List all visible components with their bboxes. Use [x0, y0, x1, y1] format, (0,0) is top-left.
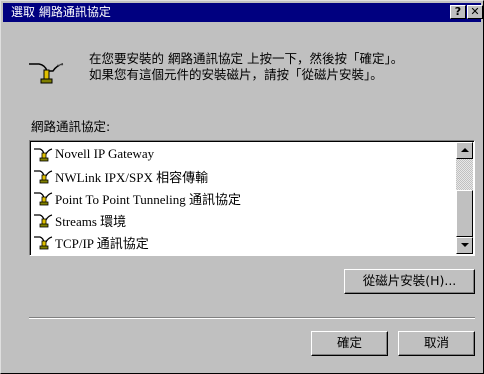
list-item-label: Streams 環境 [55, 213, 127, 229]
protocol-icon [34, 214, 53, 228]
cancel-button[interactable]: 取消 [398, 331, 475, 356]
list-item-streams[interactable]: Streams 環境 [32, 209, 456, 231]
instruction-line-2: 如果您有這個元件的安裝磁片，請按「從磁片安裝」。 [89, 67, 383, 82]
window-title: 選取 網路通訊協定 [11, 5, 111, 19]
list-item-label: TCP/IP 通訊協定 [55, 235, 149, 251]
scroll-down-button[interactable] [456, 237, 473, 254]
arrow-up-icon [461, 148, 469, 152]
protocol-icon [34, 170, 53, 184]
close-button[interactable]: ✕ [467, 5, 483, 19]
title-bar[interactable]: 選取 網路通訊協定 ? ✕ [3, 3, 483, 22]
list-scrollbar[interactable] [456, 142, 473, 254]
protocol-icon [34, 192, 53, 206]
network-protocol-icon [29, 63, 64, 84]
protocol-icon [34, 236, 53, 250]
list-item-tcpip[interactable]: TCP/IP 通訊協定 [32, 231, 456, 253]
list-item-nwlink-ipx-spx[interactable]: NWLink IPX/SPX 相容傳輸 [32, 165, 456, 187]
protocol-dialog: 選取 網路通訊協定 ? ✕ 在您要安裝的 網路通訊協定 上按一下，然後按「確定」… [0, 0, 484, 374]
protocol-list-label: 網路通訊協定: [31, 119, 111, 134]
help-button[interactable]: ? [450, 5, 466, 19]
protocol-list-items: Novell IP Gateway NWLink IPX/SPX 相容傳輸 Po… [32, 143, 456, 253]
scroll-up-button[interactable] [456, 142, 473, 159]
have-disk-button[interactable]: 從磁片安裝(H)... [344, 269, 475, 294]
list-item-pptp[interactable]: Point To Point Tunneling 通訊協定 [32, 187, 456, 209]
list-item-label: Novell IP Gateway [55, 146, 155, 161]
list-item-label: Point To Point Tunneling 通訊協定 [55, 191, 241, 207]
protocol-listbox[interactable]: Novell IP Gateway NWLink IPX/SPX 相容傳輸 Po… [29, 140, 475, 256]
instruction-text: 在您要安裝的 網路通訊協定 上按一下，然後按「確定」。 如果您有這個元件的安裝磁… [89, 51, 479, 83]
arrow-down-icon [461, 243, 469, 247]
instruction-line-1: 在您要安裝的 網路通訊協定 上按一下，然後按「確定」。 [89, 51, 404, 66]
list-item-novell-ip-gateway[interactable]: Novell IP Gateway [32, 143, 456, 165]
list-item-label: NWLink IPX/SPX 相容傳輸 [55, 169, 209, 185]
ok-button[interactable]: 確定 [311, 331, 388, 356]
protocol-icon [34, 148, 53, 162]
separator [29, 317, 475, 319]
scroll-thumb[interactable] [456, 190, 473, 237]
